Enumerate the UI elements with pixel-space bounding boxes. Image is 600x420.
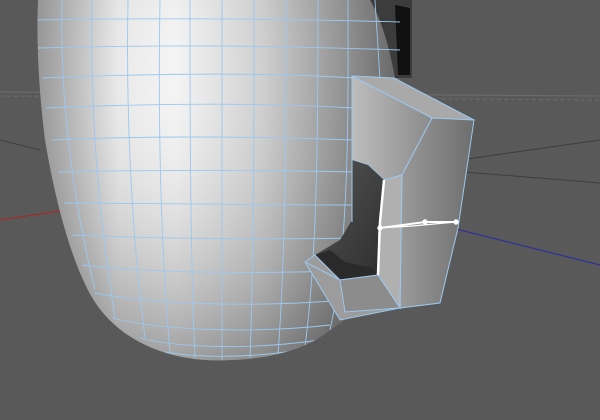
viewport-canvas[interactable]	[0, 0, 600, 420]
selected-vertex[interactable]	[377, 225, 383, 231]
selected-vertex[interactable]	[422, 219, 428, 225]
3d-viewport[interactable]	[0, 0, 600, 420]
z-axis-line	[439, 224, 600, 266]
selected-vertex[interactable]	[453, 219, 459, 225]
